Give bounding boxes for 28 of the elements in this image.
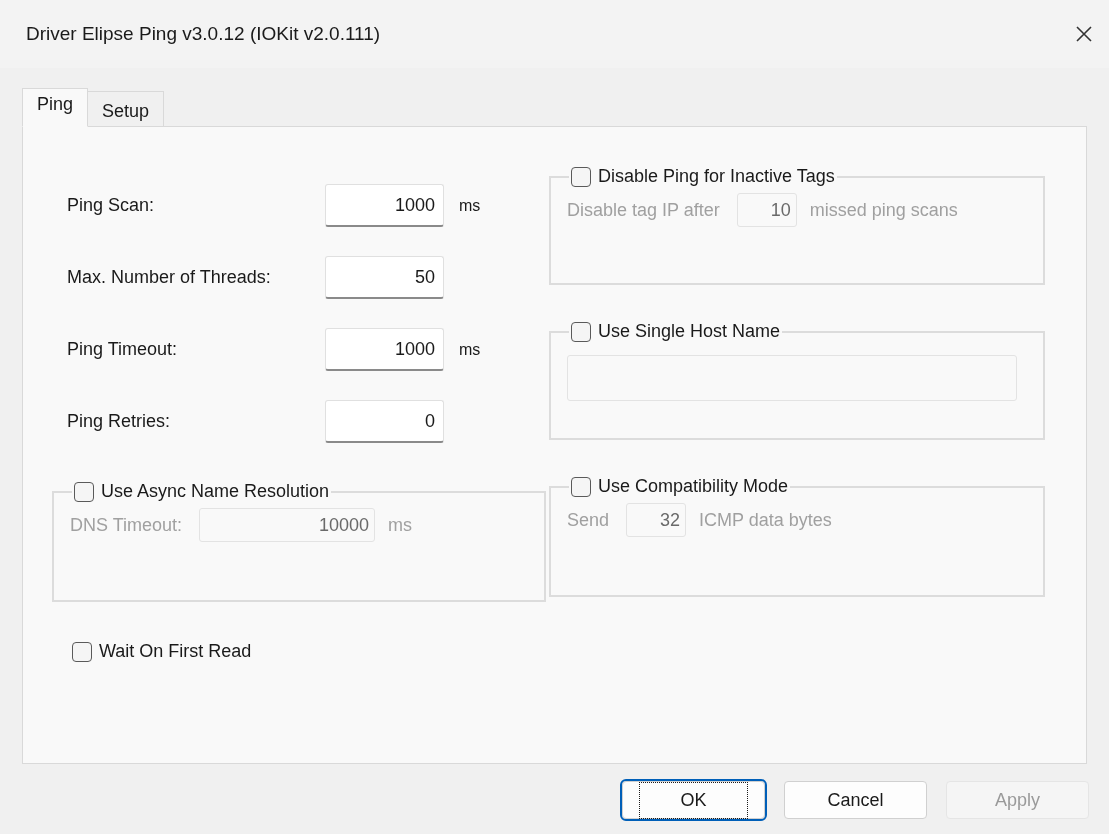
unit-label: ms: [459, 339, 481, 360]
unit-label: ms: [459, 195, 481, 216]
field-label: Disable tag IP after: [567, 198, 720, 222]
unit-label: ICMP data bytes: [699, 508, 832, 532]
window-title: Driver Elipse Ping v3.0.12 (IOKit v2.0.111): [26, 21, 381, 46]
tab[interactable]: Setup: [87, 91, 165, 127]
checkbox-label: Wait On First Read: [99, 640, 252, 663]
field-label: Ping Retries:: [67, 410, 172, 433]
field-label: Ping Scan:: [67, 194, 156, 217]
number-field[interactable]: 50: [325, 256, 444, 299]
number-field[interactable]: 0: [325, 400, 444, 443]
field-label: DNS Timeout:: [70, 513, 183, 537]
number-field[interactable]: 1000: [325, 184, 444, 227]
unit-label: ms: [388, 513, 413, 537]
field-label: Max. Number of Threads:: [67, 266, 272, 289]
checkbox-label: Use Single Host Name: [598, 320, 781, 343]
checkbox[interactable]: [72, 641, 92, 662]
unit-label: missed ping scans: [809, 198, 958, 222]
checkbox-label: Use Compatibility Mode: [598, 475, 789, 498]
dialog-button[interactable]: Cancel: [784, 781, 927, 819]
checkbox-label: Disable Ping for Inactive Tags: [598, 165, 835, 188]
checkbox-label: Use Async Name Resolution: [101, 480, 330, 503]
field-label: Ping Timeout:: [67, 338, 179, 361]
number-field[interactable]: 1000: [325, 328, 444, 371]
dialog-button[interactable]: OK: [622, 781, 765, 819]
close-icon[interactable]: [1075, 25, 1093, 43]
tab[interactable]: Ping: [22, 88, 89, 127]
field-label: Send: [567, 508, 610, 532]
